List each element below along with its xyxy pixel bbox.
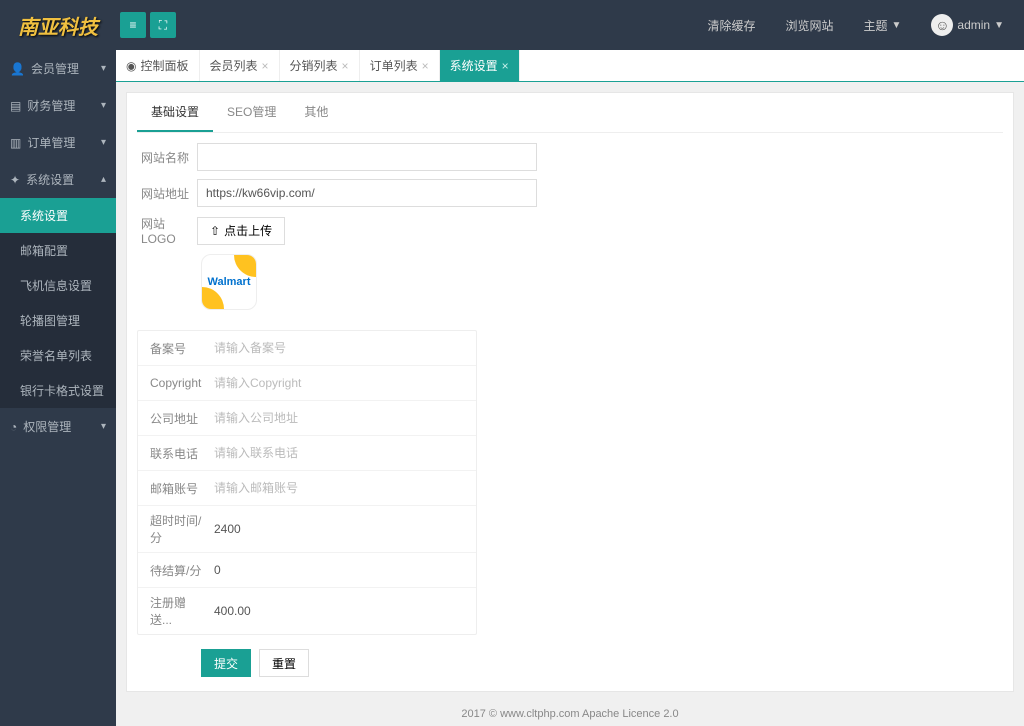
upload-icon	[210, 224, 220, 238]
list-icon	[10, 136, 21, 150]
site-url-input[interactable]	[197, 179, 537, 207]
site-name-input[interactable]	[197, 143, 537, 171]
theme-dropdown[interactable]: 主题▼	[863, 17, 901, 34]
lock-icon	[10, 420, 17, 434]
chevron-up-icon: ▴	[101, 174, 106, 185]
topbar-buttons	[120, 12, 176, 38]
chevron-down-icon: ▾	[101, 137, 106, 148]
tab-system-settings[interactable]: 系统设置 ×	[440, 50, 520, 81]
timeout-label: 超时时间/分	[146, 512, 206, 546]
close-icon[interactable]: ×	[422, 59, 429, 73]
submit-button[interactable]: 提交	[201, 649, 251, 677]
timeout-input[interactable]	[206, 518, 466, 540]
subtab-other[interactable]: 其他	[290, 93, 342, 132]
site-logo-label: 网站LOGO	[137, 215, 197, 246]
footer: 2017 © www.cltphp.com Apache Licence 2.0	[116, 702, 1024, 726]
sidebar-subitem-honor-list[interactable]: 荣誉名单列表	[0, 338, 116, 373]
user-icon	[10, 62, 25, 76]
email-input[interactable]	[206, 477, 466, 499]
view-site-link[interactable]: 浏览网站	[785, 17, 833, 34]
chevron-down-icon: ▾	[101, 100, 106, 111]
page-tabs: ◉ 控制面板 会员列表 × 分销列表 × 订单列表 × 系统设置 ×	[116, 50, 1024, 82]
reg-bonus-label: 注册赠送...	[146, 594, 206, 628]
user-menu[interactable]: ☺ admin ▼	[931, 14, 1004, 36]
sidebar-toggle-button[interactable]	[120, 12, 146, 38]
tab-orderlist[interactable]: 订单列表 ×	[360, 50, 440, 81]
subtab-basic[interactable]: 基础设置	[137, 93, 213, 132]
tab-dashboard[interactable]: ◉ 控制面板	[116, 50, 200, 81]
sidebar-subitem-telegram-config[interactable]: 飞机信息设置	[0, 268, 116, 303]
close-icon[interactable]: ×	[262, 59, 269, 73]
site-url-label: 网站地址	[137, 185, 197, 202]
settle-input[interactable]	[206, 559, 466, 581]
home-icon: ◉	[126, 59, 136, 73]
icp-input[interactable]	[206, 337, 466, 359]
copyright-input[interactable]	[206, 372, 466, 394]
settle-label: 待结算/分	[146, 562, 206, 579]
reg-bonus-input[interactable]	[206, 600, 466, 622]
brand-logo: 南亚科技	[0, 0, 116, 50]
copyright-label: Copyright	[146, 376, 206, 390]
fullscreen-icon	[159, 18, 167, 33]
close-icon[interactable]: ×	[502, 59, 509, 73]
gear-icon	[10, 173, 20, 187]
settings-subtabs: 基础设置 SEO管理 其他	[137, 93, 1003, 133]
reset-button[interactable]: 重置	[259, 649, 309, 677]
sidebar-item-permissions[interactable]: 权限管理 ▾	[0, 408, 116, 445]
sidebar-submenu-system: 系统设置 邮箱配置 飞机信息设置 轮播图管理 荣誉名单列表 银行卡格式设置	[0, 198, 116, 408]
list-icon	[10, 99, 21, 113]
chevron-down-icon: ▾	[101, 63, 106, 74]
icp-label: 备案号	[146, 340, 206, 357]
content-panel: 基础设置 SEO管理 其他 网站名称 网站地址 网站LOGO 点击上传 Wa	[126, 92, 1014, 692]
subtab-seo[interactable]: SEO管理	[213, 93, 290, 132]
sidebar: 会员管理 ▾ 财务管理 ▾ 订单管理 ▾ 系统设置 ▴ 系统设置 邮箱配置 飞机…	[0, 50, 116, 726]
chevron-down-icon: ▼	[994, 20, 1004, 31]
sidebar-item-finance[interactable]: 财务管理 ▾	[0, 87, 116, 124]
chevron-down-icon: ▾	[101, 421, 106, 432]
company-addr-label: 公司地址	[146, 410, 206, 427]
upload-logo-button[interactable]: 点击上传	[197, 217, 285, 245]
logo-preview: Walmart	[201, 254, 257, 310]
sidebar-subitem-carousel[interactable]: 轮播图管理	[0, 303, 116, 338]
fullscreen-button[interactable]	[150, 12, 176, 38]
avatar-icon: ☺	[931, 14, 953, 36]
chevron-down-icon: ▼	[892, 20, 902, 31]
main-area: ◉ 控制面板 会员列表 × 分销列表 × 订单列表 × 系统设置 × 基础设置	[116, 50, 1024, 726]
email-label: 邮箱账号	[146, 480, 206, 497]
username-label: admin	[957, 18, 990, 32]
sidebar-subitem-mail-config[interactable]: 邮箱配置	[0, 233, 116, 268]
site-name-label: 网站名称	[137, 149, 197, 166]
tab-distribution[interactable]: 分销列表 ×	[280, 50, 360, 81]
sidebar-item-system[interactable]: 系统设置 ▴	[0, 161, 116, 198]
tab-members[interactable]: 会员列表 ×	[200, 50, 280, 81]
form-actions: 提交 重置	[201, 649, 1003, 677]
company-addr-input[interactable]	[206, 407, 466, 429]
logo-preview-text: Walmart	[208, 276, 251, 288]
contact-phone-input[interactable]	[206, 442, 466, 464]
clear-cache-link[interactable]: 清除缓存	[707, 17, 755, 34]
contact-phone-label: 联系电话	[146, 445, 206, 462]
sidebar-item-members[interactable]: 会员管理 ▾	[0, 50, 116, 87]
brand-logo-text: 南亚科技	[18, 11, 98, 40]
sidebar-subitem-bankcard-format[interactable]: 银行卡格式设置	[0, 373, 116, 408]
topbar: 南亚科技 清除缓存 浏览网站 主题▼ ☺ admin ▼	[0, 0, 1024, 50]
close-icon[interactable]: ×	[342, 59, 349, 73]
menu-icon	[129, 18, 136, 32]
sidebar-subitem-system-settings[interactable]: 系统设置	[0, 198, 116, 233]
sidebar-item-orders[interactable]: 订单管理 ▾	[0, 124, 116, 161]
topbar-right: 清除缓存 浏览网站 主题▼ ☺ admin ▼	[707, 14, 1024, 36]
